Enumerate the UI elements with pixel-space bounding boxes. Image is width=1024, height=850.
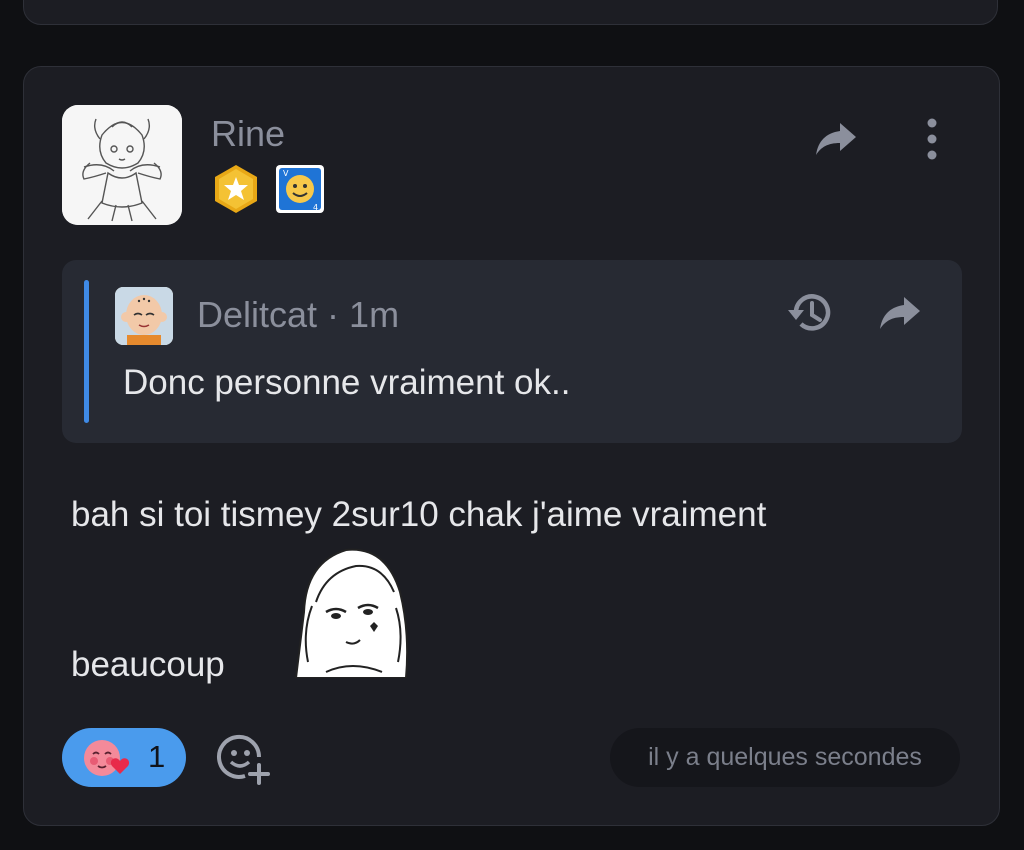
quoted-author-name[interactable]: Delitcat <box>197 294 317 335</box>
quoted-text: Donc personne vraiment ok.. <box>123 363 571 402</box>
quote-age: 1m <box>349 294 400 335</box>
post-text: bah si toi tismey 2sur10 chak j'aime vra… <box>71 495 767 534</box>
previous-post-card <box>23 0 998 25</box>
sticker-image[interactable] <box>286 542 416 678</box>
post-text-continued: beaucoup <box>71 645 225 684</box>
more-options-button[interactable] <box>906 113 958 165</box>
post-timestamp: il y a quelques secondes <box>610 728 960 787</box>
history-icon <box>788 294 831 331</box>
vertical-dots-icon <box>927 118 937 160</box>
reaction-count: 1 <box>148 739 166 774</box>
blushing-heart-face-icon <box>84 740 130 776</box>
smiley-card-badge-icon: V 4 <box>276 165 324 213</box>
quoted-author-line: Delitcat · 1m <box>197 295 399 335</box>
reaction-pill[interactable]: 1 <box>62 728 186 787</box>
star-badge-icon <box>215 165 257 213</box>
author-badges: V 4 <box>210 163 326 215</box>
author-avatar-drawing <box>62 105 182 225</box>
author-name[interactable]: Rine <box>211 114 285 154</box>
quote-share-button[interactable] <box>872 285 928 341</box>
quoted-message[interactable]: Delitcat · 1m Donc personne vraiment ok.. <box>62 260 962 443</box>
share-button[interactable] <box>810 113 862 165</box>
share-arrow-icon <box>816 123 856 155</box>
quote-accent-bar <box>84 280 89 423</box>
svg-text:4: 4 <box>313 203 318 212</box>
add-reaction-button[interactable] <box>215 731 271 787</box>
quoted-author-avatar[interactable] <box>115 287 173 345</box>
svg-text:V: V <box>283 169 289 178</box>
author-avatar[interactable] <box>62 105 182 225</box>
quoted-author-avatar-drawing <box>115 287 173 345</box>
post-card: Rine V 4 Delitcat · 1m Donc personne vra… <box>23 66 1000 826</box>
quote-history-button[interactable] <box>782 285 838 341</box>
add-reaction-icon <box>217 734 270 785</box>
share-arrow-icon <box>880 297 920 329</box>
quote-separator: · <box>327 294 340 335</box>
